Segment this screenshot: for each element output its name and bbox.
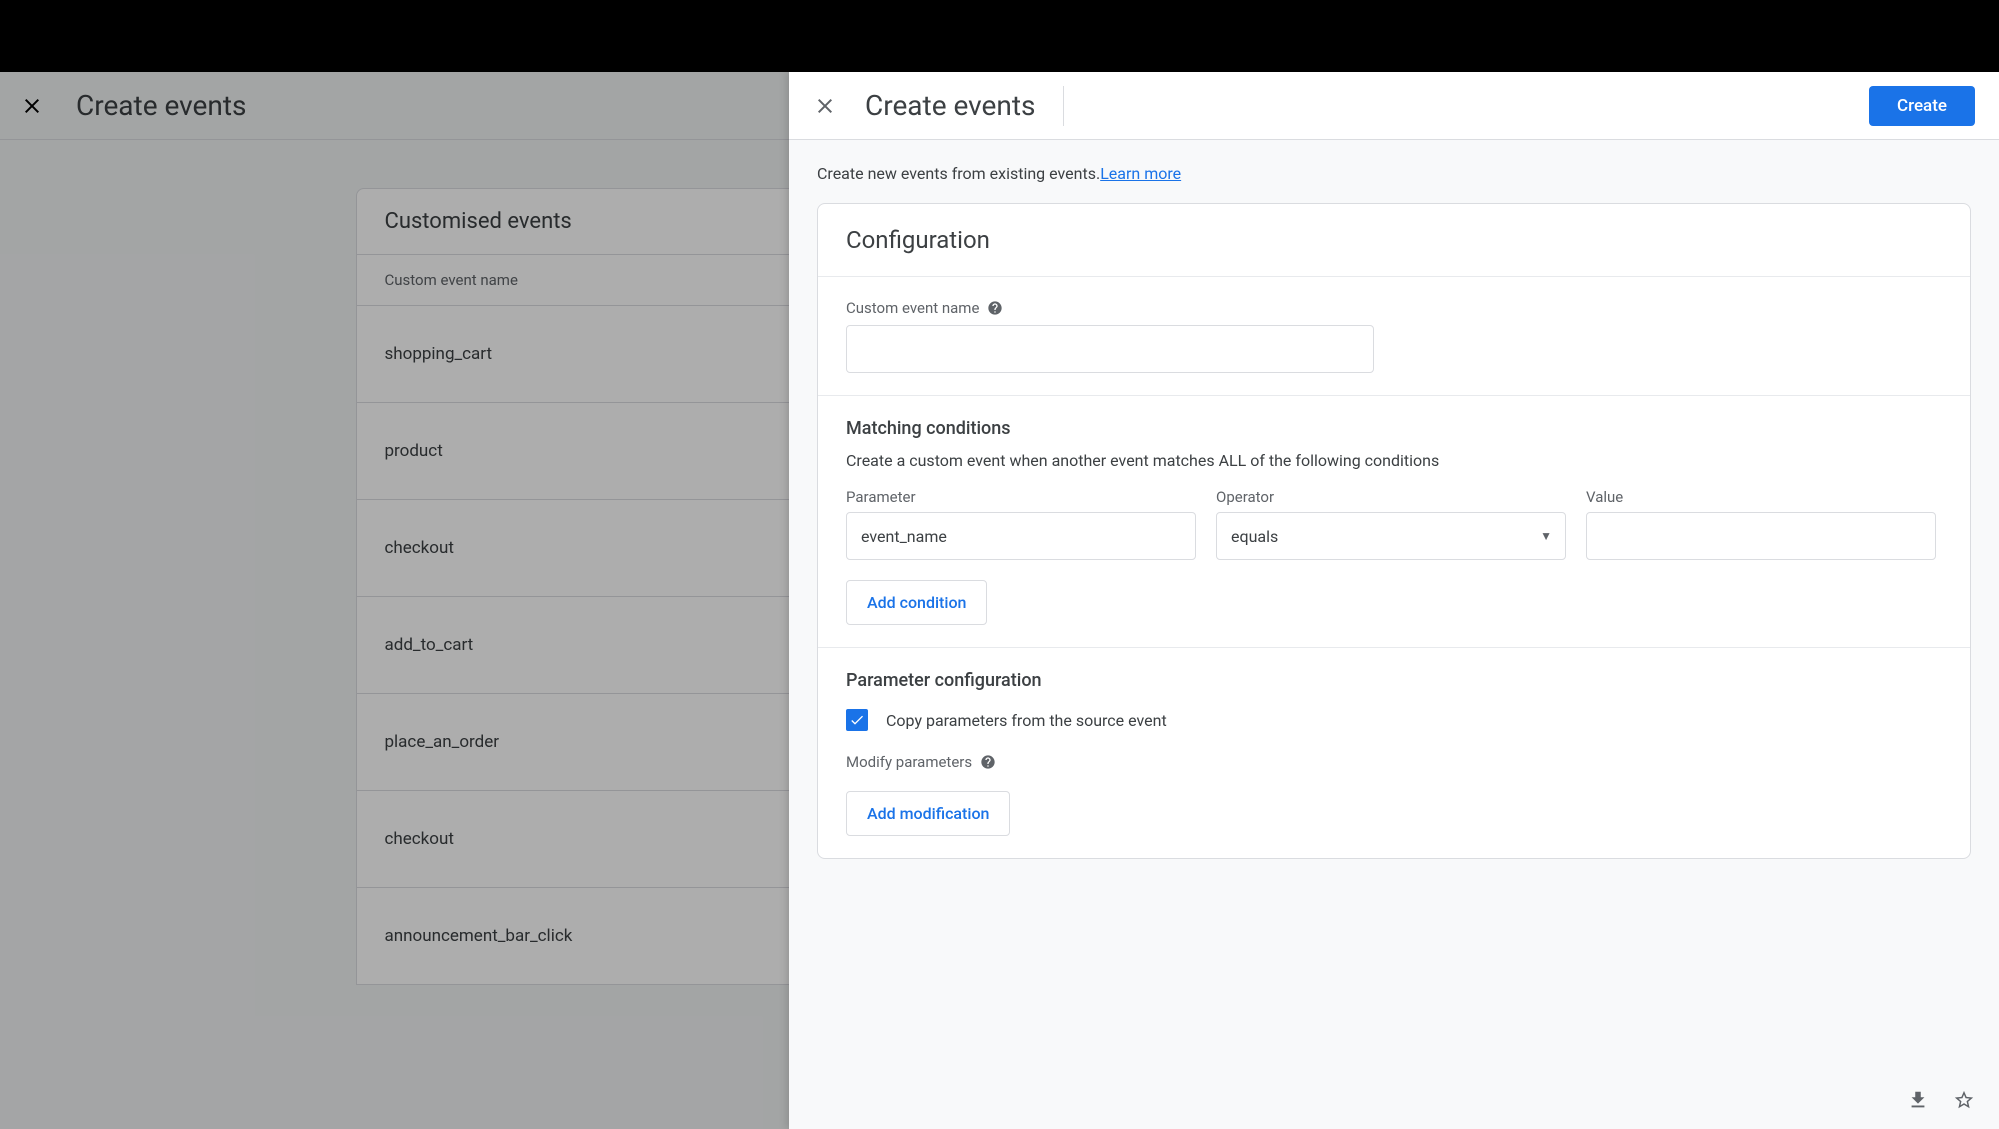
intro-text-content: Create new events from existing events. <box>817 164 1100 183</box>
create-events-panel: Create events Create Create new events f… <box>789 72 1999 1129</box>
star-icon[interactable] <box>1953 1089 1975 1111</box>
matching-subtext: Create a custom event when another event… <box>846 451 1942 470</box>
copy-params-label: Copy parameters from the source event <box>886 711 1167 730</box>
close-icon[interactable] <box>813 94 837 118</box>
panel-title: Create events <box>865 86 1064 126</box>
value-label: Value <box>1586 488 1936 506</box>
download-icon[interactable] <box>1907 1089 1929 1111</box>
condition-row: Parameter Operator ▼ Value <box>846 488 1942 560</box>
configuration-card: Configuration Custom event name Matching… <box>817 203 1971 859</box>
value-input[interactable] <box>1586 512 1936 560</box>
browser-top-bar <box>0 0 1999 72</box>
modify-params-label: Modify parameters <box>846 753 1942 771</box>
panel-header: Create events Create <box>789 72 1999 140</box>
help-icon[interactable] <box>987 300 1003 316</box>
intro-text: Create new events from existing events.L… <box>817 164 1971 183</box>
checkmark-icon <box>849 712 865 728</box>
event-name-input[interactable] <box>846 325 1374 373</box>
operator-select[interactable] <box>1216 512 1566 560</box>
learn-more-link[interactable]: Learn more <box>1100 164 1181 183</box>
config-title: Configuration <box>818 204 1970 277</box>
operator-label: Operator <box>1216 488 1566 506</box>
copy-params-checkbox[interactable] <box>846 709 868 731</box>
param-config-heading: Parameter configuration <box>846 670 1942 691</box>
create-button[interactable]: Create <box>1869 86 1975 126</box>
parameter-label: Parameter <box>846 488 1196 506</box>
parameter-input[interactable] <box>846 512 1196 560</box>
matching-heading: Matching conditions <box>846 418 1942 439</box>
event-name-label: Custom event name <box>846 299 1942 317</box>
add-modification-button[interactable]: Add modification <box>846 791 1010 836</box>
add-condition-button[interactable]: Add condition <box>846 580 987 625</box>
help-icon[interactable] <box>980 754 996 770</box>
